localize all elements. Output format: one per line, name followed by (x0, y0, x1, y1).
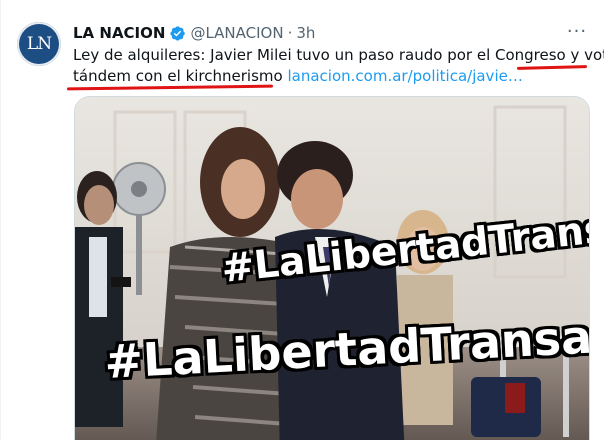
tweet-photo[interactable]: #LaLibertadTransa #LaLibertadTransa (74, 96, 590, 440)
tweet-text-highlighted-segment: y votó en (570, 46, 604, 64)
tweet-text-highlighted-segment: tándem con el kirchnerismo (73, 67, 283, 85)
separator-dot: · (287, 24, 293, 42)
author-handle[interactable]: @LANACION (190, 24, 283, 42)
article-link[interactable]: lanacion.com.ar/politica/javie… (287, 67, 522, 85)
avatar-logo-text: LN (26, 34, 52, 54)
tweet-card[interactable]: LN LA NACION @LANACION · 3h ··· Ley de a… (0, 0, 604, 440)
tweet-header: LA NACION @LANACION · 3h (73, 22, 315, 44)
more-options-icon[interactable]: ··· (564, 20, 590, 42)
tweet-text-segment: Ley de alquileres: Javier Milei tuvo un … (73, 46, 566, 64)
tweet-text-line-1: Ley de alquileres: Javier Milei tuvo un … (73, 45, 604, 66)
avatar[interactable]: LN (17, 22, 61, 66)
verified-badge-icon (169, 25, 186, 42)
timestamp[interactable]: 3h (296, 24, 315, 42)
author-name[interactable]: LA NACION (73, 24, 165, 42)
